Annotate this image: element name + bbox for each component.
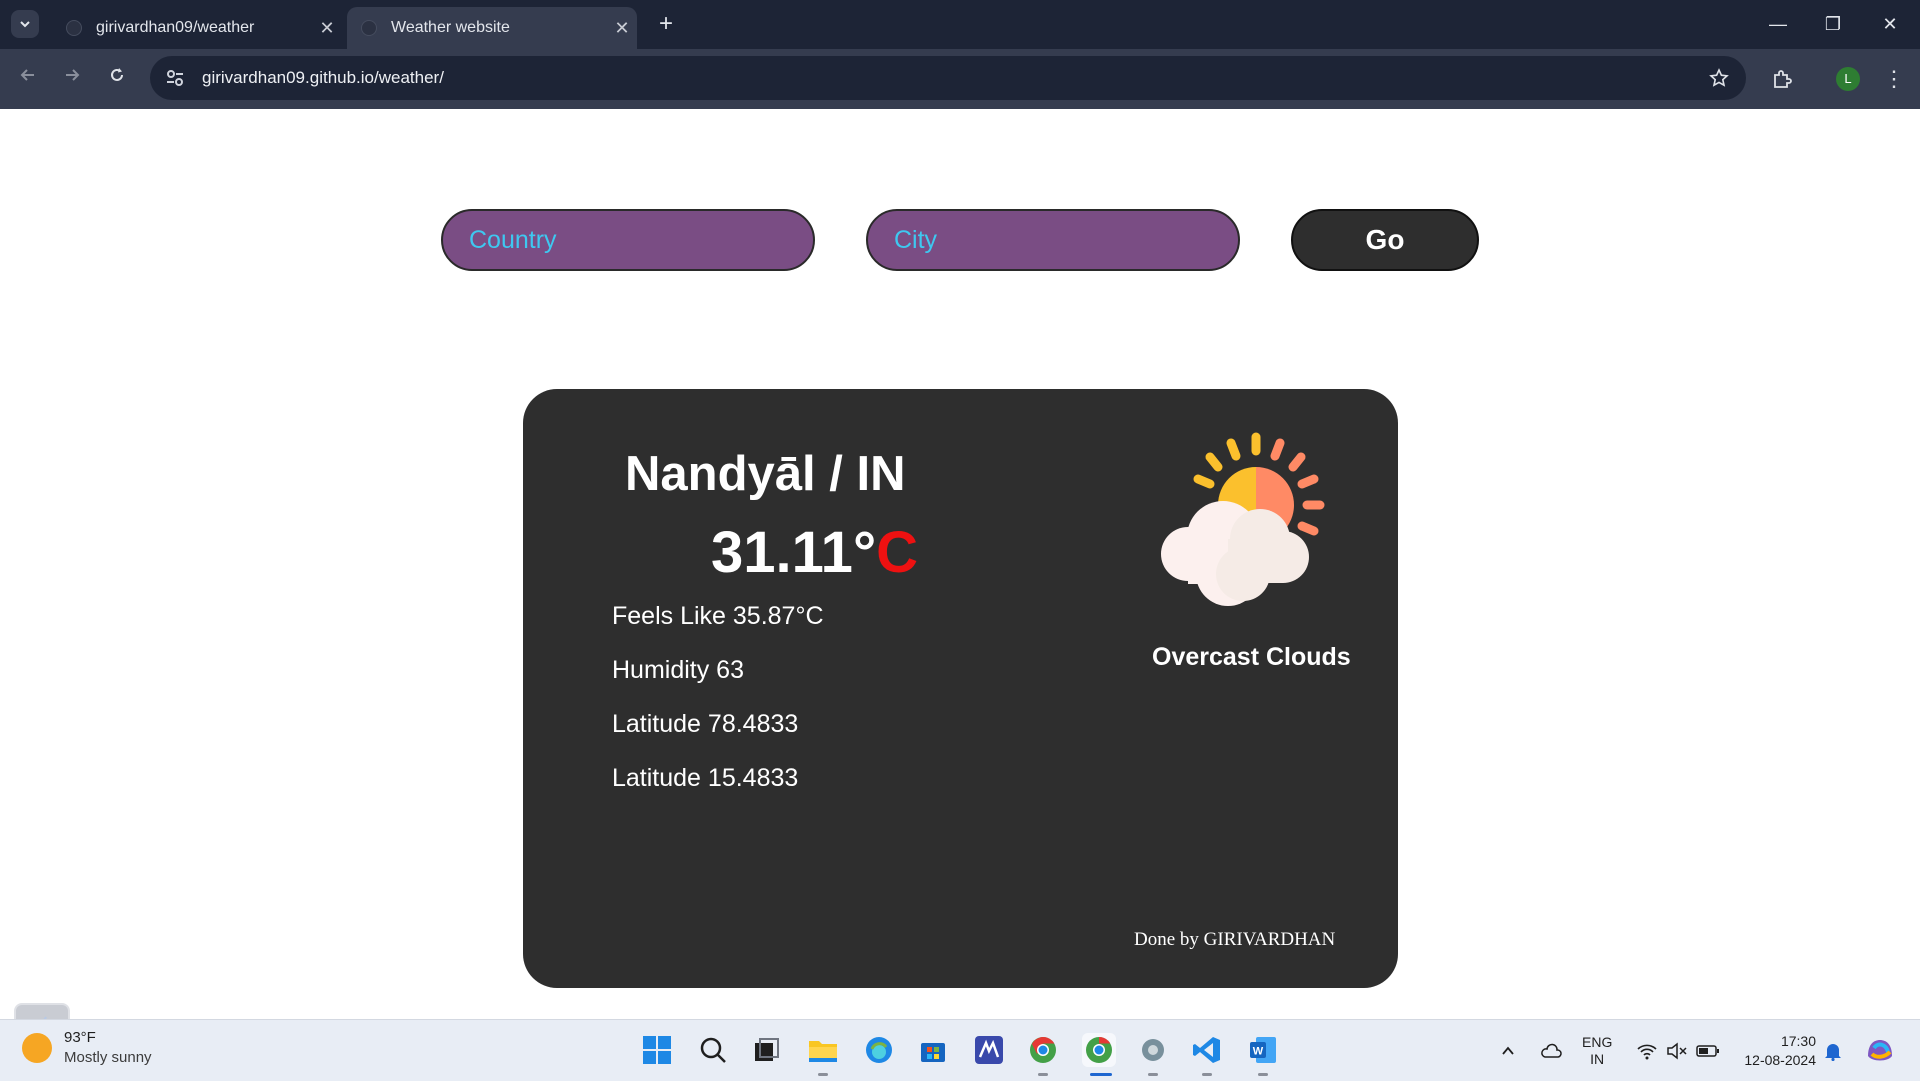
bookmark-star-icon[interactable]	[1702, 61, 1736, 95]
site-info-icon[interactable]	[164, 67, 186, 89]
running-indicator	[1202, 1073, 1212, 1076]
browser-toolbar: girivardhan09.github.io/weather/ L ⋮	[0, 49, 1920, 109]
profile-avatar[interactable]: L	[1836, 67, 1860, 91]
sun-cloud-icon	[1161, 432, 1325, 606]
chevron-up-icon	[1502, 1046, 1514, 1055]
search-icon[interactable]	[696, 1033, 730, 1067]
start-icon[interactable]	[640, 1033, 674, 1067]
settings-icon[interactable]	[1136, 1033, 1170, 1067]
tab-title: Weather website	[391, 19, 510, 36]
chrome-profile-icon[interactable]	[1082, 1033, 1116, 1067]
wifi-icon[interactable]	[1636, 1020, 1658, 1081]
region-code: IN	[1590, 1050, 1605, 1067]
feels-like: Feels Like 35.87°C	[612, 602, 824, 630]
temperature: 31.11°C	[711, 519, 918, 586]
puzzle-icon	[1774, 70, 1792, 88]
chevron-down-icon	[20, 21, 30, 28]
go-button[interactable]: Go	[1291, 209, 1479, 271]
running-indicator	[818, 1073, 828, 1076]
close-window-button[interactable]: ✕	[1870, 8, 1910, 40]
browser-tab-bar: girivardhan09/weather ✕ Weather website …	[0, 0, 1920, 49]
microsoft-store-icon[interactable]	[916, 1033, 950, 1067]
restore-button[interactable]: ❐	[1813, 8, 1853, 40]
reload-button[interactable]	[101, 63, 133, 95]
notification-bell-icon[interactable]	[1824, 1020, 1842, 1081]
clock-date: 12-08-2024	[1744, 1051, 1816, 1068]
credit-text: Done by GIRIVARDHAN	[1134, 929, 1336, 950]
location-title: Nandyāl / IN	[625, 447, 906, 501]
country-input[interactable]	[441, 209, 815, 271]
tab-github[interactable]: girivardhan09/weather ✕	[52, 7, 342, 49]
taskbar-weather-temp: 93°F	[64, 1029, 96, 1046]
temperature-unit: C	[876, 520, 919, 585]
partly-sunny-icon	[22, 1033, 52, 1063]
tab-search-button[interactable]	[11, 10, 39, 38]
close-icon[interactable]: ✕	[607, 18, 637, 39]
language-indicator[interactable]: ENG IN	[1582, 1020, 1612, 1081]
svg-text:W: W	[1253, 1046, 1264, 1058]
taskbar-weather-widget[interactable]: 93°F Mostly sunny	[22, 1028, 152, 1068]
tab-title: girivardhan09/weather	[96, 19, 255, 36]
address-bar[interactable]: girivardhan09.github.io/weather/	[150, 56, 1746, 100]
chrome-icon[interactable]	[1026, 1033, 1060, 1067]
latitude-1: Latitude 78.4833	[612, 710, 799, 738]
clock-time: 17:30	[1780, 1032, 1816, 1049]
forward-button[interactable]	[56, 63, 88, 95]
globe-icon	[361, 20, 377, 36]
city-input[interactable]	[866, 209, 1240, 271]
clock[interactable]: 17:30 12-08-2024	[1736, 1020, 1816, 1081]
running-indicator	[1148, 1073, 1158, 1076]
humidity: Humidity 63	[612, 656, 744, 684]
language-code: ENG	[1582, 1033, 1613, 1050]
new-tab-button[interactable]: +	[652, 10, 680, 38]
file-explorer-icon[interactable]	[806, 1033, 840, 1067]
vscode-icon[interactable]	[1190, 1033, 1224, 1067]
extensions-button[interactable]	[1766, 63, 1798, 95]
running-indicator	[1258, 1073, 1268, 1076]
arrow-left-icon	[20, 69, 34, 81]
edge-icon[interactable]	[862, 1033, 896, 1067]
reload-icon	[111, 68, 123, 81]
word-icon[interactable]: W	[1246, 1033, 1280, 1067]
volume-muted-icon[interactable]	[1666, 1020, 1688, 1081]
more-menu-button[interactable]: ⋮	[1880, 63, 1908, 95]
weather-card: Nandyāl / IN 31.11°C Overcast Clouds Fee…	[523, 389, 1398, 988]
latitude-2: Latitude 15.4833	[612, 764, 799, 792]
minimize-button[interactable]: —	[1758, 8, 1798, 40]
app-icon[interactable]	[972, 1033, 1006, 1067]
onedrive-icon[interactable]	[1540, 1020, 1562, 1081]
url-text[interactable]: girivardhan09.github.io/weather/	[202, 68, 1702, 88]
copilot-icon[interactable]	[1864, 1020, 1896, 1081]
tab-weather-website[interactable]: Weather website ✕	[347, 7, 637, 49]
back-button[interactable]	[12, 63, 44, 95]
arrow-right-icon	[66, 69, 80, 81]
condition-text: Overcast Clouds	[1152, 643, 1351, 671]
active-indicator	[1090, 1073, 1112, 1076]
running-indicator	[1038, 1073, 1048, 1076]
task-view-icon[interactable]	[750, 1033, 784, 1067]
windows-taskbar: 93°F Mostly sunny W ENG IN 17:30 12-08-2…	[0, 1019, 1920, 1081]
temperature-value: 31.11°	[711, 520, 877, 585]
taskbar-weather-text: Mostly sunny	[64, 1049, 152, 1066]
battery-icon[interactable]	[1696, 1020, 1720, 1081]
show-hidden-icons[interactable]	[1500, 1020, 1516, 1081]
weather-page: Go Nandyāl / IN 31.11°C	[0, 109, 1920, 1059]
github-icon	[66, 20, 82, 36]
close-icon[interactable]: ✕	[312, 18, 342, 39]
